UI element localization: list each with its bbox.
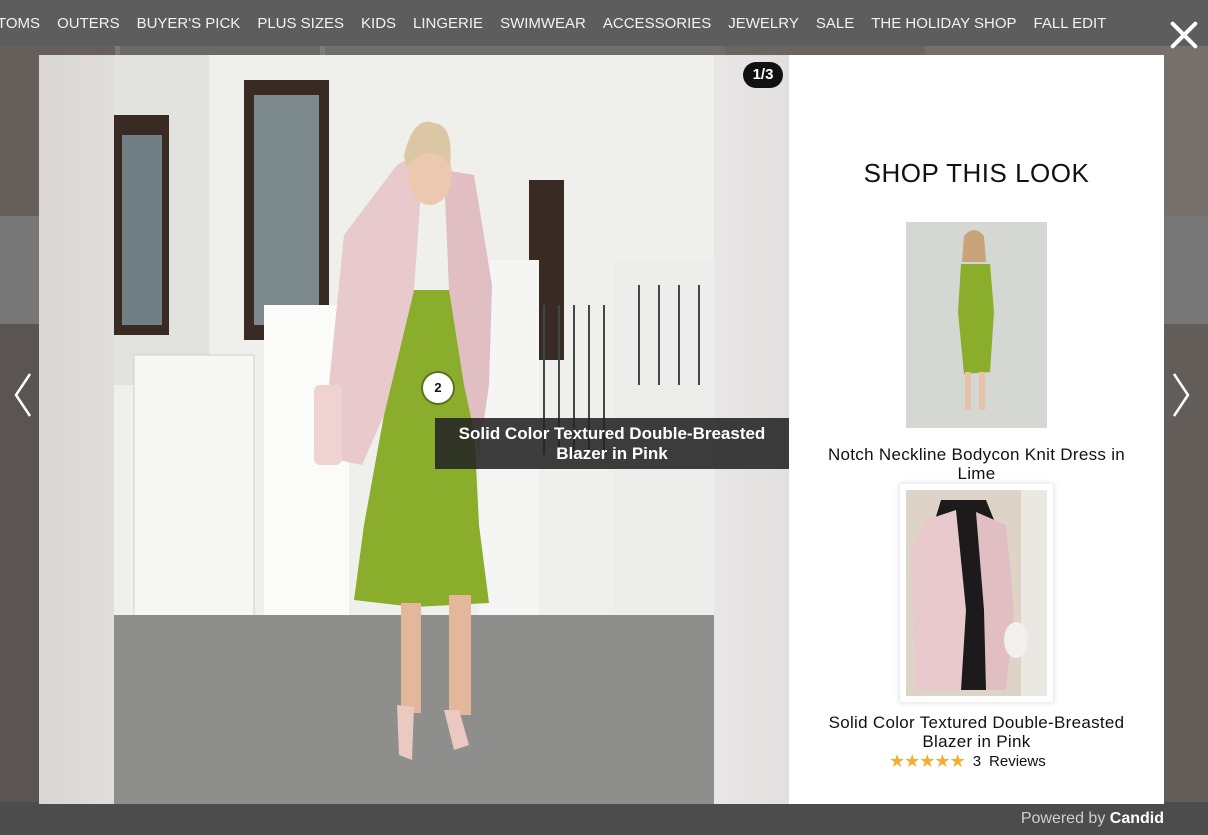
product-image[interactable]	[906, 222, 1047, 428]
chevron-left-icon[interactable]	[10, 370, 36, 420]
nav-item[interactable]: TOMS	[0, 15, 40, 32]
nav-item[interactable]: THE HOLIDAY SHOP	[871, 15, 1016, 32]
product-name[interactable]: Solid Color Textured Double-Breasted Bla…	[809, 713, 1144, 751]
nav-item[interactable]: SWIMWEAR	[500, 15, 586, 32]
reviews-label: Reviews	[989, 753, 1046, 770]
close-icon[interactable]	[1164, 16, 1204, 56]
product-name[interactable]: Notch Neckline Bodycon Knit Dress in Lim…	[809, 445, 1144, 483]
product-rating[interactable]: ★★★★★ 3 Reviews	[889, 751, 1046, 772]
powered-by-label: Powered by	[1020, 810, 1106, 827]
nav-item[interactable]: ACCESSORIES	[603, 15, 711, 32]
chevron-right-icon[interactable]	[1168, 370, 1194, 420]
top-navigation: TOMS OUTERS BUYER'S PICK PLUS SIZES KIDS…	[0, 0, 1208, 46]
nav-item[interactable]: OUTERS	[57, 15, 120, 32]
panel-title: SHOP THIS LOOK	[863, 158, 1090, 188]
nav-item[interactable]: KIDS	[361, 15, 396, 32]
nav-item[interactable]: FALL EDIT	[1034, 15, 1107, 32]
nav-item[interactable]: LINGERIE	[413, 15, 483, 32]
nav-item[interactable]: PLUS SIZES	[257, 15, 344, 32]
image-counter: 1/3	[743, 62, 783, 88]
nav-item[interactable]: JEWELRY	[728, 15, 799, 32]
powered-by: Powered by Candid	[1021, 810, 1164, 828]
product-hotspot[interactable]: 2	[423, 373, 453, 403]
nav-item[interactable]: SALE	[816, 15, 854, 32]
review-count: 3	[972, 753, 982, 770]
brand-logo: Candid	[1109, 810, 1164, 827]
image-panel: 1/3 2 Solid Color Textured Double-Breast…	[39, 55, 789, 804]
product-image[interactable]	[906, 490, 1047, 696]
shop-this-look-panel: SHOP THIS LOOK Notch Neckline Bodycon Kn…	[789, 55, 1164, 804]
nav-item[interactable]: BUYER'S PICK	[137, 15, 241, 32]
lightbox-modal: 1/3 2 Solid Color Textured Double-Breast…	[39, 55, 1164, 804]
star-rating-icon: ★★★★★	[889, 751, 966, 771]
hotspot-tooltip[interactable]: Solid Color Textured Double-Breasted Bla…	[435, 418, 789, 469]
